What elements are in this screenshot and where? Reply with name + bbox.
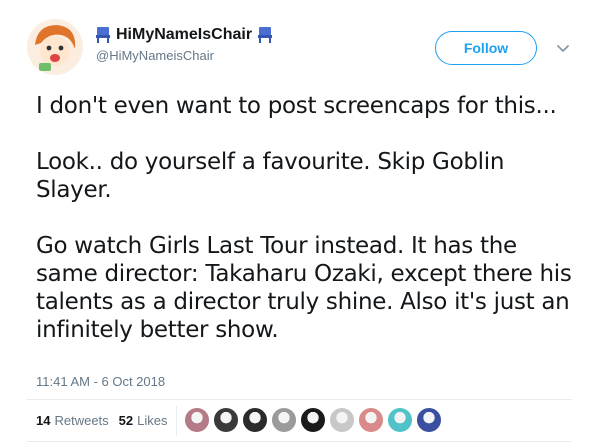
follow-button[interactable]: Follow xyxy=(435,31,537,65)
divider xyxy=(27,441,572,442)
likes-label: Likes xyxy=(137,413,168,428)
retweets-label: Retweets xyxy=(54,413,109,428)
liker-avatar-1[interactable] xyxy=(184,407,210,433)
liker-avatar-6[interactable] xyxy=(329,407,355,433)
liker-avatar-3[interactable] xyxy=(242,407,268,433)
liker-avatar-2[interactable] xyxy=(213,407,239,433)
retweets-stat[interactable]: 14 Retweets xyxy=(36,413,109,428)
chair-icon xyxy=(96,27,110,43)
tweet-paragraph: I don't even want to post screencaps for… xyxy=(36,93,557,119)
liker-avatar-7[interactable] xyxy=(358,407,384,433)
user-avatar[interactable] xyxy=(27,19,83,75)
retweets-count: 14 xyxy=(36,413,51,428)
liker-avatar-9[interactable] xyxy=(416,407,442,433)
tweet-paragraph: Look.. do yourself a favourite. Skip Gob… xyxy=(36,149,505,203)
chevron-down-icon[interactable] xyxy=(555,40,571,56)
display-name-row[interactable]: HiMyNameIsChair xyxy=(94,24,274,46)
user-handle[interactable]: @HiMyNameisChair xyxy=(96,48,214,63)
stats-separator xyxy=(176,406,177,436)
liker-avatars xyxy=(184,407,445,433)
tweet-text: I don't even want to post screencaps for… xyxy=(36,92,576,344)
tweet-timestamp[interactable]: 11:41 AM - 6 Oct 2018 xyxy=(36,374,165,389)
divider xyxy=(27,399,572,400)
liker-avatar-4[interactable] xyxy=(271,407,297,433)
liker-avatar-5[interactable] xyxy=(300,407,326,433)
tweet-card: HiMyNameIsChair @HiMyNameisChair Follow … xyxy=(0,0,600,443)
likes-stat[interactable]: 52 Likes xyxy=(119,413,168,428)
chair-icon xyxy=(258,27,273,43)
display-name[interactable]: HiMyNameIsChair xyxy=(116,26,252,44)
likes-count: 52 xyxy=(118,413,134,428)
tweet-paragraph: Go watch Girls Last Tour instead. It has… xyxy=(36,233,572,343)
tweet-stats: 14 Retweets 52 Likes xyxy=(36,413,168,428)
liker-avatar-8[interactable] xyxy=(387,407,413,433)
